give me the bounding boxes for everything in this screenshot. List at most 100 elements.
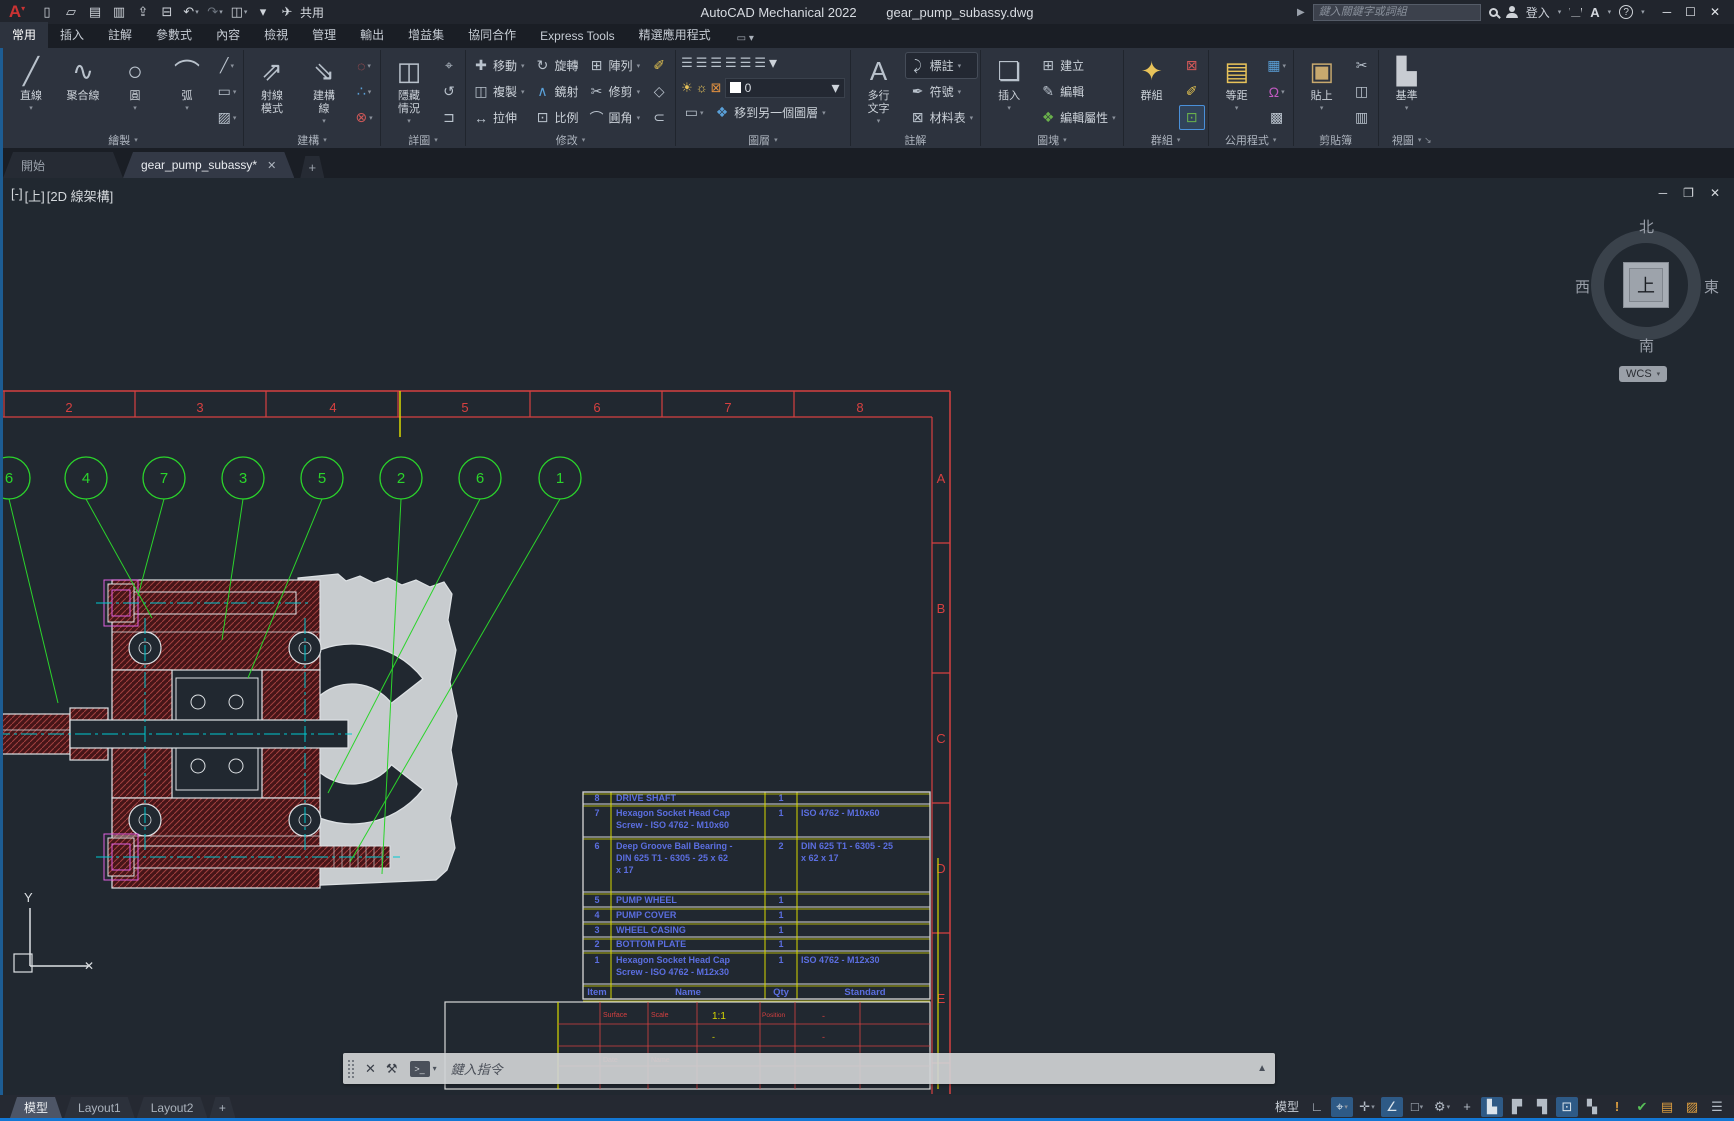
tool-材料表[interactable]: ⊠材料表▾: [906, 105, 978, 130]
tool-鏡射[interactable]: ∧鏡射: [531, 79, 583, 104]
search-icon[interactable]: [1489, 8, 1498, 17]
viewcube-top-face[interactable]: 上: [1623, 262, 1669, 308]
user-avatar-icon[interactable]: [1506, 6, 1518, 18]
upload-icon[interactable]: ⇪: [132, 2, 154, 22]
ui-lock-icon[interactable]: ⊡: [1556, 1097, 1578, 1117]
layer-prev-icon[interactable]: ☰: [710, 55, 722, 71]
selection-cycling-icon[interactable]: +: [1456, 1097, 1478, 1117]
layer-off-icon[interactable]: ▭▾: [681, 100, 707, 125]
panel-flyout-icon[interactable]: ▾: [1177, 136, 1181, 144]
customization-menu-icon[interactable]: ☰: [1706, 1097, 1728, 1117]
dropdown-icon[interactable]: ▾: [521, 62, 525, 70]
dropdown-icon[interactable]: ▾: [637, 62, 641, 70]
cut-icon[interactable]: ✂: [1349, 53, 1375, 78]
dropdown-icon[interactable]: ▾: [230, 62, 234, 70]
new-file-icon[interactable]: ▯: [36, 2, 58, 22]
panel-flyout-icon[interactable]: ▾: [1063, 136, 1067, 144]
tool-群組[interactable]: ✦群組: [1127, 50, 1177, 103]
ribbon-tab-內容[interactable]: 內容: [204, 22, 252, 48]
quick-select-icon[interactable]: ▦▾: [1264, 53, 1290, 78]
collapse-search-icon[interactable]: ▶: [1297, 7, 1305, 18]
panel-title-建構[interactable]: 建構▾: [247, 132, 377, 148]
polar-tracking-icon-dropdown[interactable]: ▾: [1371, 1103, 1375, 1111]
drawing-area[interactable]: 2345678ABCDE647352618DRIVE SHAFT17Hexago…: [0, 178, 1734, 1095]
annotation-visibility-icon[interactable]: ▜: [1531, 1097, 1553, 1117]
tool-多行文字[interactable]: A多行 文字▾: [854, 50, 904, 125]
dropdown-icon[interactable]: ▾: [1282, 62, 1286, 70]
detail-snapshot-icon[interactable]: ↺: [436, 79, 462, 104]
drawing-restore-button[interactable]: ❐: [1683, 186, 1694, 200]
settings-gear-icon[interactable]: ⚙▾: [1431, 1097, 1453, 1117]
explode-icon[interactable]: ◇: [646, 79, 672, 104]
section-line-icon[interactable]: ⌖: [436, 53, 462, 78]
layer-isolate-icon[interactable]: ☰: [725, 55, 737, 71]
share-icon[interactable]: ✈: [276, 2, 298, 22]
autodesk-dropdown-icon[interactable]: ▾: [1608, 8, 1612, 16]
file-tab-close-icon[interactable]: ✕: [267, 159, 276, 172]
detail-clip-icon[interactable]: ⊐: [436, 105, 462, 130]
drawing-close-button[interactable]: ✕: [1710, 186, 1720, 200]
panel-title-圖層[interactable]: 圖層▾: [679, 132, 846, 148]
command-input[interactable]: 鍵入指令: [451, 1059, 503, 1078]
redo-icon[interactable]: ↷▾: [204, 2, 226, 22]
dropdown-icon[interactable]: ▾: [1235, 104, 1239, 112]
workspace-icon[interactable]: ▙: [1481, 1097, 1503, 1117]
command-prompt-icon[interactable]: >_: [410, 1061, 430, 1077]
ribbon-tab-參數式[interactable]: 參數式: [144, 22, 204, 48]
save-as-icon[interactable]: ▥: [108, 2, 130, 22]
dropdown-icon[interactable]: ▾: [822, 109, 826, 117]
command-line-bar[interactable]: ✕ ⚒ >_ ▾ 鍵入指令 ▲: [343, 1053, 1275, 1084]
panel-title-剪貼簿[interactable]: 剪貼簿: [1297, 132, 1375, 148]
redo-icon-dropdown[interactable]: ▾: [219, 8, 223, 16]
dropdown-icon[interactable]: ▾: [1112, 114, 1116, 122]
app-menu-button[interactable]: A▾: [4, 1, 30, 23]
dropdown-icon[interactable]: ▾: [29, 104, 33, 112]
dropdown-icon[interactable]: ▾: [877, 117, 881, 125]
ribbon-tab-Express Tools[interactable]: Express Tools: [528, 25, 626, 48]
dropdown-icon[interactable]: ▾: [369, 114, 373, 122]
isolate-objects-icon[interactable]: !: [1606, 1097, 1628, 1117]
model-space-canvas[interactable]: 2345678ABCDE647352618DRIVE SHAFT17Hexago…: [3, 178, 1734, 1095]
panel-flyout-icon[interactable]: ▾: [774, 136, 778, 144]
minimize-button[interactable]: ─: [1663, 5, 1672, 19]
dropdown-icon[interactable]: ▾: [1281, 88, 1285, 96]
store-cart-icon[interactable]: [1569, 8, 1582, 17]
tool-建構線[interactable]: ⇘建構 線▾: [299, 50, 349, 125]
dropdown-icon[interactable]: ▾: [1007, 104, 1011, 112]
trusted-source-icon[interactable]: ▤: [1656, 1097, 1678, 1117]
autodesk-app-icon[interactable]: A: [1590, 5, 1599, 20]
command-bar-grip[interactable]: [347, 1059, 356, 1078]
command-bar-customize-icon[interactable]: ⚒: [386, 1061, 398, 1077]
layer-on-icon[interactable]: ☀: [681, 80, 693, 96]
dropdown-icon[interactable]: ▾: [958, 88, 962, 96]
viewcube-east[interactable]: 東: [1704, 276, 1719, 297]
tool-基準[interactable]: ▙基準▾: [1382, 50, 1432, 112]
layer-lock-icon[interactable]: ⊠: [711, 80, 722, 96]
offset-icon[interactable]: ⊂: [646, 105, 672, 130]
tool-編輯[interactable]: ✎編輯: [1036, 79, 1120, 104]
ribbon-tab-插入[interactable]: 插入: [48, 22, 96, 48]
dropdown-icon[interactable]: ▾: [322, 117, 326, 125]
switch-windows-icon-dropdown[interactable]: ▾: [244, 8, 248, 16]
panel-flyout-icon[interactable]: ▾: [323, 136, 327, 144]
paste-special-icon[interactable]: ▥: [1349, 105, 1375, 130]
viewcube-south[interactable]: 南: [1639, 335, 1654, 356]
polar-tracking-icon[interactable]: ✛▾: [1356, 1097, 1378, 1117]
drawing-minimize-button[interactable]: ─: [1659, 186, 1668, 200]
viewport-control-1[interactable]: [上]: [25, 186, 45, 205]
hatch-icon[interactable]: ▨▾: [214, 105, 240, 130]
close-button[interactable]: ✕: [1710, 5, 1720, 19]
layer-match-icon[interactable]: ☰: [696, 55, 708, 71]
tool-拉伸[interactable]: ↔拉伸: [469, 105, 529, 130]
ribbon-tab-註解[interactable]: 註解: [96, 22, 144, 48]
ribbon-tab-協同合作[interactable]: 協同合作: [456, 22, 528, 48]
graphics-performance-icon[interactable]: ✔: [1631, 1097, 1653, 1117]
tool-建立[interactable]: ⊞建立: [1036, 53, 1120, 78]
tool-圓[interactable]: ○圓▾: [110, 50, 160, 112]
snap-mode-icon-dropdown[interactable]: ▾: [1344, 1103, 1348, 1111]
erase-construction-icon[interactable]: ⊗▾: [351, 105, 377, 130]
tool-修剪[interactable]: ✂修剪▾: [585, 79, 645, 104]
panel-title-繪製[interactable]: 繪製▾: [6, 132, 240, 148]
ribbon-tab-輸出[interactable]: 輸出: [348, 22, 396, 48]
dropdown-icon[interactable]: ▾: [700, 109, 704, 117]
